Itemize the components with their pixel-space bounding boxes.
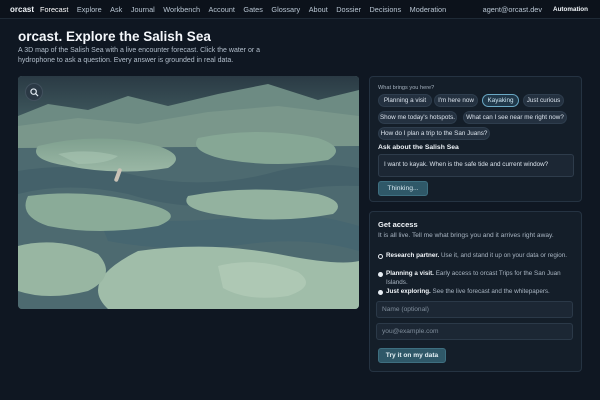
map-terrain[interactable] bbox=[18, 76, 359, 309]
access-description: It is all live. Tell me what brings you … bbox=[378, 232, 554, 239]
access-panel: Get access It is all live. Tell me what … bbox=[369, 211, 582, 372]
nav-link-workbench[interactable]: Workbench bbox=[163, 5, 200, 14]
page-title: orcast. Explore the Salish Sea bbox=[18, 29, 211, 44]
nav-link-dossier[interactable]: Dossier bbox=[336, 5, 361, 14]
chip-im-here-now[interactable]: I'm here now bbox=[434, 94, 478, 107]
chip-todays-hotspots[interactable]: Show me today's hotspots. bbox=[378, 111, 457, 124]
ask-heading: Ask about the Salish Sea bbox=[378, 144, 459, 151]
option-research-partner[interactable]: Research partner. Use it, and stand it u… bbox=[378, 252, 578, 261]
ask-submit-button[interactable]: Thinking... bbox=[378, 181, 428, 196]
option-label: Research partner. bbox=[386, 252, 440, 259]
nav-link-account[interactable]: Account bbox=[209, 5, 235, 14]
option-planning-visit[interactable]: Planning a visit. Early access to orcast… bbox=[378, 270, 578, 287]
chip-kayaking[interactable]: Kayaking bbox=[482, 94, 519, 107]
top-nav: orcast Forecast Explore Ask Journal Work… bbox=[0, 0, 600, 19]
option-label: Planning a visit. bbox=[386, 270, 434, 277]
nav-link-ask[interactable]: Ask bbox=[110, 5, 122, 14]
email-field[interactable]: you@example.com bbox=[376, 323, 573, 340]
name-field[interactable]: Name (optional) bbox=[376, 301, 573, 318]
nav-link-journal[interactable]: Journal bbox=[131, 5, 155, 14]
option-just-exploring[interactable]: Just exploring. See the live forecast an… bbox=[378, 288, 578, 297]
chip-just-curious[interactable]: Just curious bbox=[523, 94, 564, 107]
page-subtitle: A 3D map of the Salish Sea with a live e… bbox=[18, 47, 261, 64]
radio-button[interactable] bbox=[378, 253, 383, 259]
nav-account-area: agent@orcast.dev Automation bbox=[483, 0, 588, 19]
chip-planning-a-visit[interactable]: Planning a visit bbox=[378, 94, 432, 107]
option-detail: See the live forecast and the whitepaper… bbox=[432, 288, 550, 295]
access-title: Get access bbox=[378, 220, 418, 229]
salish-sea-3d-map[interactable] bbox=[18, 76, 359, 309]
ask-input[interactable]: I want to kayak. When is the safe tide a… bbox=[378, 154, 574, 177]
option-label: Just exploring. bbox=[386, 288, 431, 295]
nav-link-moderation[interactable]: Moderation bbox=[410, 5, 447, 14]
automation-button[interactable]: Automation bbox=[553, 6, 588, 13]
nav-link-decisions[interactable]: Decisions bbox=[370, 5, 402, 14]
nav-link-explore[interactable]: Explore bbox=[77, 5, 102, 14]
nav-link-forecast[interactable]: Forecast bbox=[40, 5, 68, 14]
user-email[interactable]: agent@orcast.dev bbox=[483, 5, 542, 14]
chip-what-can-i-see[interactable]: What can I see near me right now? bbox=[463, 111, 567, 124]
nav-link-gates[interactable]: Gates bbox=[243, 5, 262, 14]
nav-link-about[interactable]: About bbox=[309, 5, 328, 14]
radio-button[interactable] bbox=[378, 289, 383, 295]
nav-link-glossary[interactable]: Glossary bbox=[271, 5, 300, 14]
chip-plan-san-juans[interactable]: How do I plan a trip to the San Juans? bbox=[378, 127, 490, 140]
radio-button[interactable] bbox=[378, 271, 383, 277]
try-on-my-data-button[interactable]: Try it on my data bbox=[378, 348, 446, 363]
brand-logo[interactable]: orcast bbox=[10, 5, 34, 14]
ask-panel: What brings you here? Planning a visit I… bbox=[369, 76, 582, 202]
intent-prompt-label: What brings you here? bbox=[378, 85, 435, 91]
map-search-button[interactable] bbox=[25, 83, 43, 101]
option-detail: Use it, and stand it up on your data or … bbox=[440, 252, 567, 259]
search-icon bbox=[29, 87, 39, 97]
